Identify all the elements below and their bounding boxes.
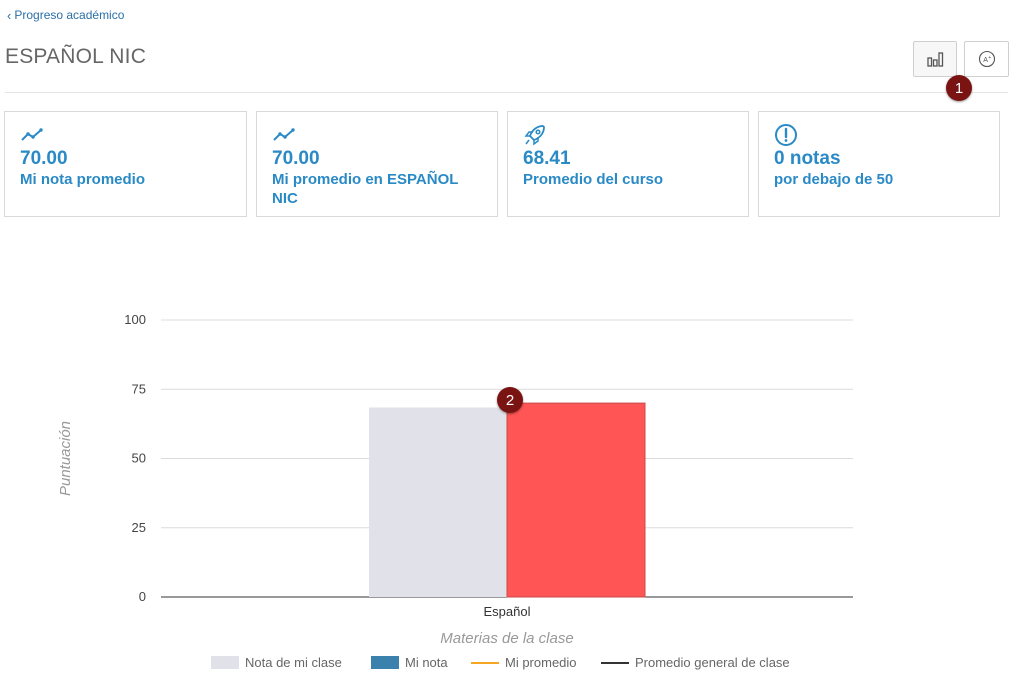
step-badge-2: 2 xyxy=(497,387,523,413)
legend-item[interactable]: Mi promedio xyxy=(471,655,577,670)
legend-label: Mi nota xyxy=(405,655,448,670)
legend-label: Nota de mi clase xyxy=(245,655,342,670)
y-tick-label: 0 xyxy=(139,589,146,604)
y-axis-label: Puntuación xyxy=(57,421,74,496)
grade-bar-chart: 0 25 50 75 100 Español Materias de la clase Pun… xyxy=(57,312,853,647)
y-tick-label: 75 xyxy=(132,381,146,396)
bar-nota-de-mi-clase xyxy=(369,407,507,597)
legend-swatch xyxy=(471,661,499,664)
x-tick-label: Español xyxy=(484,604,531,619)
legend-swatch xyxy=(601,661,629,664)
y-tick-label: 25 xyxy=(132,520,146,535)
y-tick-label: 50 xyxy=(132,451,146,466)
legend-label: Promedio general de clase xyxy=(635,655,790,670)
legend-item[interactable]: Promedio general de clase xyxy=(601,655,790,670)
legend-label: Mi promedio xyxy=(505,655,577,670)
bar-mi-nota xyxy=(506,402,646,598)
legend-item[interactable]: Nota de mi clase xyxy=(211,655,342,670)
y-tick-label: 100 xyxy=(124,312,146,327)
legend-swatch xyxy=(211,656,239,669)
legend-item[interactable]: Mi nota xyxy=(371,655,448,670)
legend-swatch xyxy=(371,656,399,669)
x-axis-label: Materias de la clase xyxy=(440,630,573,647)
